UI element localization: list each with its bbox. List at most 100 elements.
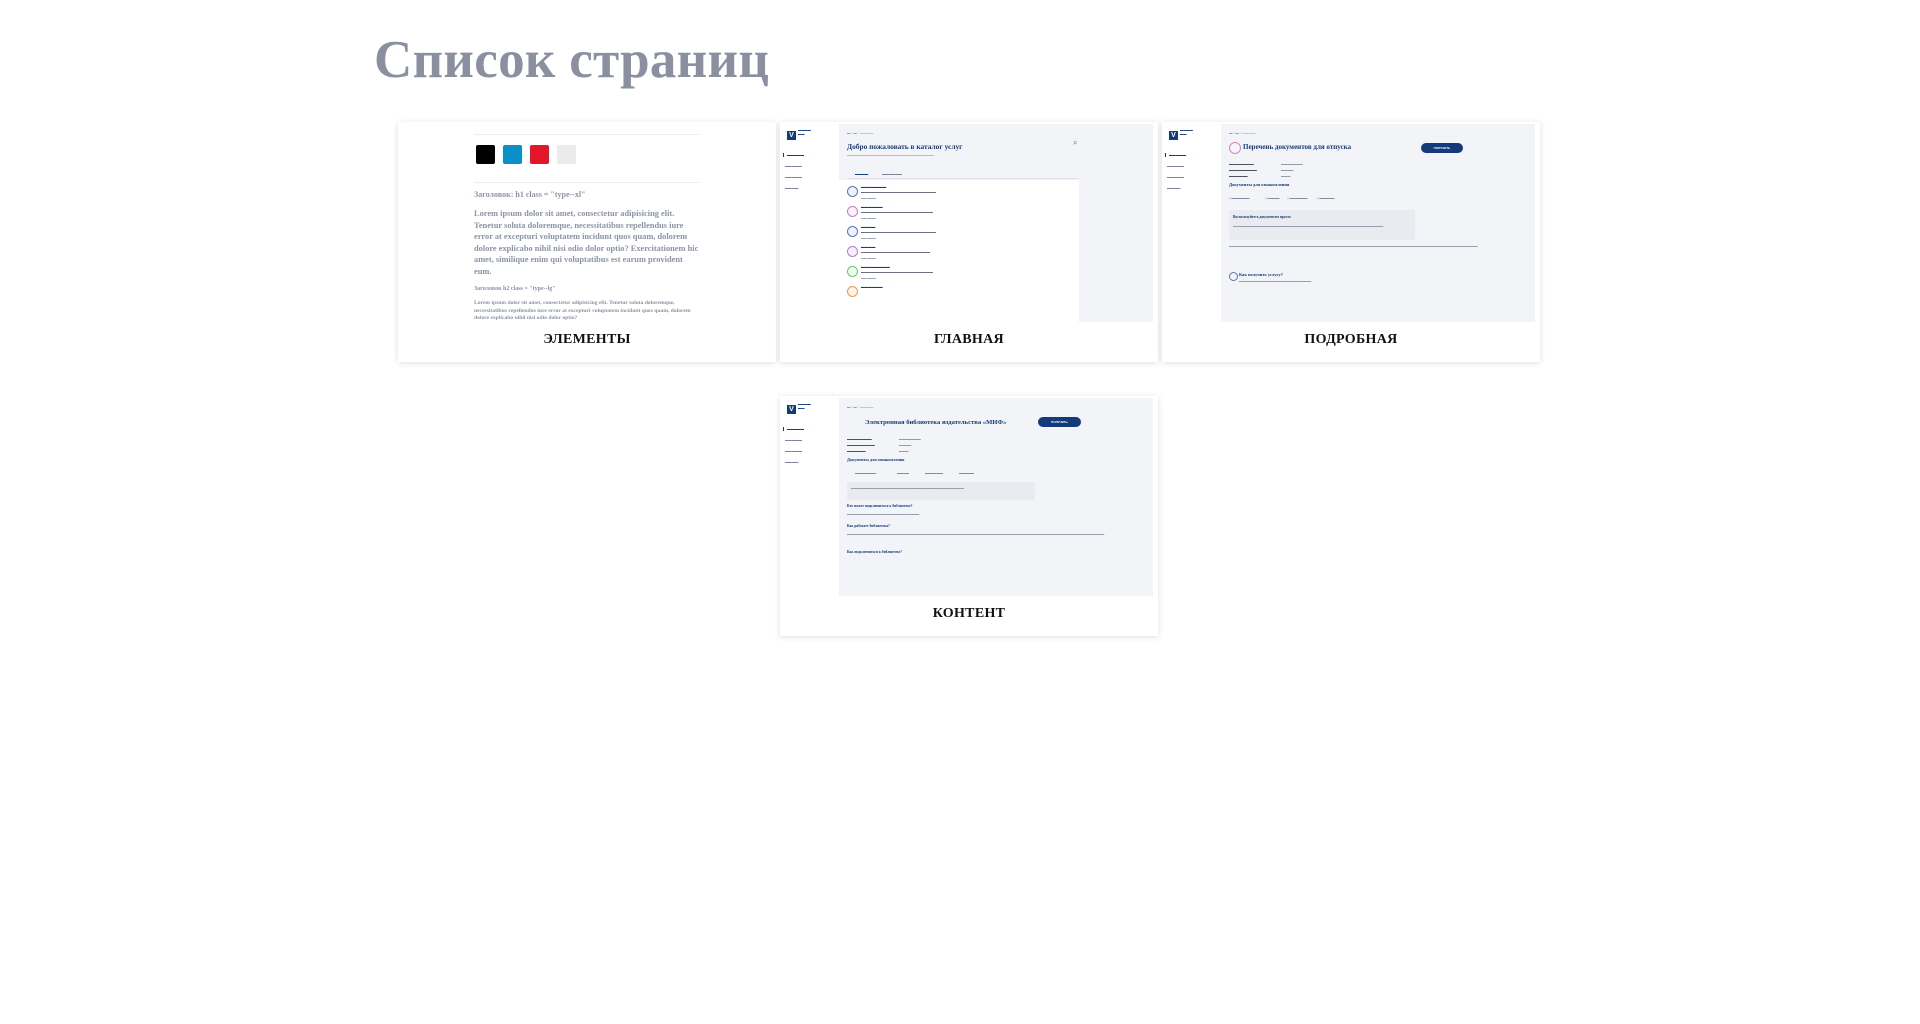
- faq-text: ▬▬▬▬▬▬▬▬▬▬▬▬▬▬▬▬▬▬▬▬▬▬▬▬▬: [1239, 279, 1312, 283]
- sample-heading-1: Заголовок: h1 class = "type--xl": [474, 190, 586, 199]
- faq-heading: Как получить услугу?: [1239, 272, 1283, 277]
- sidebar: V ▬▬▬▬ ▬▬ ▬▬▬▬▬ ▬▬▬▬▬ ▬▬▬▬▬ ▬▬▬▬: [780, 396, 836, 598]
- divider: [847, 178, 1079, 179]
- color-swatch-blue: [503, 145, 522, 164]
- sidebar-item: ▬▬▬▬▬: [1167, 164, 1184, 168]
- info-row: ▬▬▬▬▬▬ ▬▬▬: [847, 449, 909, 453]
- sidebar-item: ▬▬▬▬: [785, 460, 799, 464]
- service-list: ▬▬▬▬▬▬▬ ▬▬▬▬▬▬▬▬▬▬▬▬▬▬▬▬▬▬▬▬▬▬▬▬▬ ▬▬ ▬▬▬ ▬…: [839, 180, 1079, 322]
- logo-text: ▬▬▬▬ ▬▬: [1180, 128, 1193, 136]
- color-swatch-black: [476, 145, 495, 164]
- service-icon: [847, 286, 858, 297]
- logo-text: ▬▬▬▬ ▬▬: [798, 128, 811, 136]
- tab: ▬▬▬▬▬▬: [882, 172, 902, 176]
- info-title: Воспользуйтесь документом просто: [1233, 215, 1291, 219]
- color-swatch-gray: [557, 145, 576, 164]
- list-item: ▬▬▬▬▬▬▬▬▬▬▬▬▬▬▬▬▬▬▬▬▬▬▬▬▬▬▬▬▬▬▬▬▬▬ ▬▬▬: [847, 184, 1072, 206]
- body-text: ▬▬▬▬▬▬▬▬▬▬▬▬▬▬▬▬▬▬▬▬▬▬▬▬▬▬▬▬▬▬▬▬▬▬▬▬▬▬▬▬…: [1229, 244, 1478, 248]
- sample-heading-2: Заголовок h2 class = "type--lg": [474, 286, 556, 292]
- list-item: ▬▬▬▬▬▬▬▬▬▬▬▬▬▬▬▬▬▬▬▬▬▬▬▬▬▬▬▬▬▬▬▬▬▬ ▬▬▬: [847, 264, 1072, 286]
- sidebar-item: ▬▬▬▬▬: [783, 153, 804, 157]
- service-icon: [847, 226, 858, 237]
- color-swatch-red: [530, 145, 549, 164]
- service-icon: [847, 266, 858, 277]
- document-link: ▯ ▬▬▬▬: [1265, 196, 1280, 200]
- document-icon: [1229, 142, 1241, 154]
- breadcrumb: ▬ › ▬ › ▬▬▬▬: [847, 131, 874, 135]
- get-button: ПОЛУЧИТЬ: [1038, 417, 1081, 427]
- info-row: ▬▬▬▬▬▬▬▬ ▬▬▬▬▬▬▬: [1229, 162, 1303, 166]
- page-card-elements[interactable]: Заголовок: h1 class = "type--xl" Lorem i…: [398, 122, 776, 362]
- service-icon: [847, 206, 858, 217]
- faq-text: ▬▬▬▬▬▬▬▬▬▬▬▬▬▬▬▬▬▬▬▬▬▬▬▬▬▬▬▬▬▬▬▬▬▬▬▬▬▬▬▬…: [847, 532, 1105, 536]
- section-heading: Документы для ознакомления: [847, 457, 905, 462]
- list-item: ▬▬▬▬ ▬▬▬▬▬▬▬▬▬▬▬▬▬▬▬▬▬▬▬▬▬▬▬ ▬▬ ▬▬▬: [847, 244, 1072, 266]
- faq-text: ▬▬▬▬▬▬▬▬▬▬▬▬▬▬▬▬▬▬▬▬▬▬▬▬▬: [847, 512, 920, 516]
- info-box: ▬▬▬▬▬▬▬▬▬▬▬▬▬▬▬▬▬▬▬▬▬▬▬▬▬▬▬▬▬▬▬▬▬▬▬▬▬▬▬: [847, 482, 1035, 500]
- page-title: Добро пожаловать в каталог услуг: [847, 142, 963, 151]
- sidebar-item: ▬▬▬▬▬: [785, 175, 802, 179]
- document-link: ▯ ▬▬▬▬▬: [1317, 196, 1335, 200]
- sidebar: V ▬▬▬▬ ▬▬ ▬▬▬▬▬ ▬▬▬▬▬ ▬▬▬▬▬ ▬▬▬▬: [1162, 122, 1218, 324]
- sidebar-item: ▬▬▬▬▬: [1165, 153, 1186, 157]
- breadcrumb: ▬ › ▬ › ▬▬▬▬: [1229, 131, 1256, 135]
- faq-heading: Как подключиться к библиотеке?: [847, 550, 902, 554]
- sidebar-item: ▬▬▬▬: [1167, 186, 1181, 190]
- library-icon: [847, 186, 858, 197]
- info-row: ▬▬▬▬▬▬▬▬▬ ▬▬▬▬: [847, 443, 912, 447]
- page-preview-elements: Заголовок: h1 class = "type--xl" Lorem i…: [398, 122, 776, 324]
- page-card-detail[interactable]: V ▬▬▬▬ ▬▬ ▬▬▬▬▬ ▬▬▬▬▬ ▬▬▬▬▬ ▬▬▬▬ ▬ › ▬ › …: [1162, 122, 1540, 362]
- page-title: Перечень документов для отпуска: [1243, 143, 1352, 151]
- info-row: ▬▬▬▬▬▬▬▬ ▬▬▬▬▬▬▬: [847, 437, 921, 441]
- sidebar-item: ▬▬▬▬▬: [785, 449, 802, 453]
- page-preview-content: V ▬▬▬▬ ▬▬ ▬▬▬▬▬ ▬▬▬▬▬ ▬▬▬▬▬ ▬▬▬▬ ▬ › ▬ › …: [780, 396, 1158, 598]
- sample-paragraph-1: Lorem ipsum dolor sit amet, consectetur …: [474, 209, 699, 276]
- document-link: ▬▬▬▬: [897, 471, 909, 475]
- main-area: ▬ › ▬ › ▬▬▬▬ Добро пожаловать в каталог …: [839, 124, 1153, 322]
- card-label: КОНТЕНТ: [932, 606, 1006, 621]
- sidebar-item: ▬▬▬▬▬: [783, 427, 804, 431]
- document-link: ▯ ▬▬▬▬▬▬: [1229, 196, 1250, 200]
- page-title: Электронная библиотека издательства «МИФ…: [865, 419, 1007, 426]
- logo-icon: V: [1169, 131, 1178, 140]
- service-icon: [847, 246, 858, 257]
- info-row: ▬▬▬▬▬▬ ▬▬▬: [1229, 174, 1291, 178]
- document-link: ▬▬▬▬▬▬▬: [855, 471, 876, 475]
- card-label: ГЛАВНАЯ: [934, 332, 1004, 347]
- divider: [474, 134, 700, 135]
- sample-paragraph-2: Lorem ipsum dolor sit amet, consectetur …: [474, 300, 691, 322]
- document-link: ▬▬▬▬▬: [959, 471, 974, 475]
- sidebar-item: ▬▬▬▬: [785, 186, 799, 190]
- document-link: ▯ ▬▬▬▬▬▬: [1287, 196, 1308, 200]
- search-icon: ⌕: [1073, 138, 1078, 147]
- list-item: ▬▬▬▬▬▬: [847, 284, 1072, 306]
- sidebar-item: ▬▬▬▬▬: [785, 164, 802, 168]
- breadcrumb: ▬ › ▬ › ▬▬▬▬: [847, 405, 874, 409]
- page-subtitle: ▬▬▬▬▬▬▬▬▬▬▬▬▬▬▬▬▬▬▬▬▬▬▬▬▬▬▬▬▬: [847, 153, 934, 157]
- faq-heading: Как работает библиотека?: [847, 524, 890, 528]
- page-preview-detail: V ▬▬▬▬ ▬▬ ▬▬▬▬▬ ▬▬▬▬▬ ▬▬▬▬▬ ▬▬▬▬ ▬ › ▬ › …: [1162, 122, 1540, 324]
- logo-icon: V: [787, 405, 796, 414]
- list-item: ▬▬▬▬ ▬▬▬▬▬▬▬▬▬▬▬▬▬▬▬▬▬▬▬▬▬▬▬▬▬ ▬▬ ▬▬▬: [847, 224, 1072, 246]
- card-label: ЭЛЕМЕНТЫ: [543, 332, 631, 347]
- main-area: ▬ › ▬ › ▬▬▬▬ Перечень документов для отп…: [1221, 124, 1535, 322]
- info-box: Воспользуйтесь документом просто ▬▬▬▬▬▬▬…: [1229, 210, 1415, 240]
- page-card-main[interactable]: V ▬▬▬▬ ▬▬ ▬▬▬▬▬ ▬▬▬▬▬ ▬▬▬▬▬ ▬▬▬▬ ▬ › ▬ › …: [780, 122, 1158, 362]
- faq-heading: Кто может подключиться к библиотеке?: [847, 504, 913, 508]
- page-title: Список страниц: [374, 31, 770, 89]
- sidebar: V ▬▬▬▬ ▬▬ ▬▬▬▬▬ ▬▬▬▬▬ ▬▬▬▬▬ ▬▬▬▬: [780, 122, 836, 324]
- info-text: ▬▬▬▬▬▬▬▬▬▬▬▬▬▬▬▬▬▬▬▬▬▬▬▬▬▬▬▬▬▬▬▬▬▬▬▬▬▬▬: [851, 486, 964, 490]
- logo-text: ▬▬▬▬ ▬▬: [798, 402, 811, 410]
- main-area: ▬ › ▬ › ▬▬▬▬ Электронная библиотека изда…: [839, 398, 1153, 596]
- sidebar-item: ▬▬▬▬▬: [1167, 175, 1184, 179]
- page-preview-main: V ▬▬▬▬ ▬▬ ▬▬▬▬▬ ▬▬▬▬▬ ▬▬▬▬▬ ▬▬▬▬ ▬ › ▬ › …: [780, 122, 1158, 324]
- question-icon: [1229, 272, 1238, 281]
- info-text: ▬▬▬▬▬▬▬▬▬▬▬▬▬▬▬▬▬▬▬▬▬▬▬▬▬▬▬▬▬▬▬▬▬▬▬▬▬▬▬▬…: [1233, 224, 1384, 228]
- logo-icon: V: [787, 131, 796, 140]
- document-link: ▬▬▬▬▬▬: [925, 471, 943, 475]
- divider: [474, 182, 700, 183]
- list-item: ▬▬▬▬▬▬ ▬▬▬▬▬▬▬▬▬▬▬▬▬▬▬▬▬▬▬▬▬▬▬▬ ▬▬ ▬▬▬: [847, 204, 1072, 226]
- get-button: ПОЛУЧИТЬ: [1421, 143, 1463, 153]
- page-card-content[interactable]: V ▬▬▬▬ ▬▬ ▬▬▬▬▬ ▬▬▬▬▬ ▬▬▬▬▬ ▬▬▬▬ ▬ › ▬ › …: [780, 396, 1158, 636]
- sidebar-item: ▬▬▬▬▬: [785, 438, 802, 442]
